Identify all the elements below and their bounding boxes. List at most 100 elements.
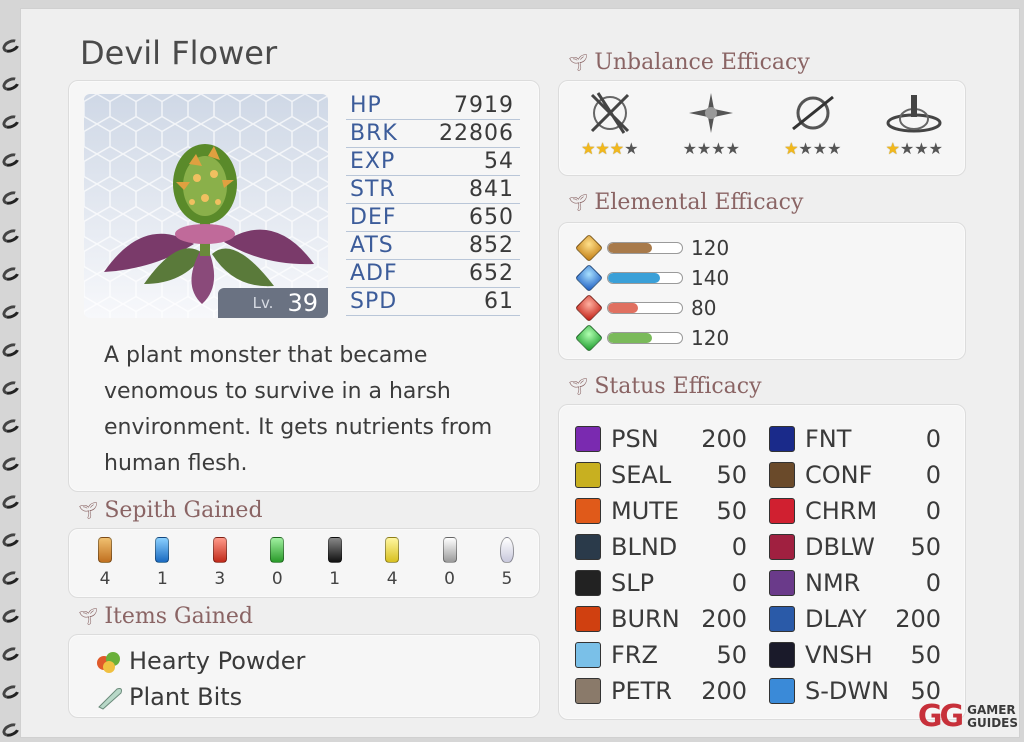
status-value: 0 [731,533,747,561]
status-row: FRZ 50 [575,637,747,673]
element-bar-fill [608,303,638,313]
status-row: CONF 0 [769,457,941,493]
sepith-count: 5 [501,569,513,589]
star-filled-icon: ★ [581,139,596,158]
status-name: CONF [805,461,873,489]
element-value: 140 [691,266,730,290]
status-row: NMR 0 [769,565,941,601]
level-badge: Lv. 39 [218,288,328,318]
rating-stars: ★★★★ [886,139,943,158]
status-value: 50 [716,461,747,489]
status-value: 0 [925,425,941,453]
star-empty-icon: ★ [928,139,943,158]
status-name: BLND [611,533,678,561]
status-row: SLP 0 [575,565,747,601]
status-value: 200 [701,605,747,633]
rating-stars: ★★★★ [784,139,841,158]
status-value: 200 [701,425,747,453]
strike-icon [886,95,942,133]
star-empty-icon: ★ [725,139,740,158]
spiral-ring [0,568,22,588]
thrust-icon [689,93,734,133]
status-row: CHRM 0 [769,493,941,529]
slash-icon [590,92,629,134]
sepith-entry: 1 [321,537,349,597]
star-filled-icon: ★ [609,139,625,158]
status-value: 50 [910,533,941,561]
status-name: SLP [611,569,655,597]
wind-element-icon [574,323,604,353]
sepith-entry: 4 [91,537,119,597]
swirl-icon: 🌱︎ [568,53,589,72]
element-row: 120 [574,323,965,353]
status-value: 0 [925,497,941,525]
status-row: BURN 200 [575,601,747,637]
mirage-sepith-icon [442,537,457,563]
status-row: DBLW 50 [769,529,941,565]
element-row: 140 [574,263,965,293]
star-filled-icon: ★ [595,139,610,158]
spiral-ring [0,150,22,170]
status-row: VNSH 50 [769,637,941,673]
sepith-count: 3 [214,569,226,589]
status-name: S-DWN [805,677,890,705]
items-panel: Hearty Powder Plant Bits [68,634,540,718]
stat-key: SPD [350,289,398,314]
deathblow-icon [769,534,795,560]
sepith-entry: 3 [206,537,234,597]
time-sepith-icon [327,537,342,563]
status-name: NMR [805,569,861,597]
spiral-ring [0,644,22,664]
star-empty-icon: ★ [812,139,828,158]
status-name: CHRM [805,497,878,525]
status-title: Status Efficacy [594,374,762,399]
vanish-icon [769,642,795,668]
unbalance-section-title: 🌱︎ Unbalance Efficacy [568,50,810,75]
blind-icon [575,534,601,560]
plant-bits-icon [95,683,125,711]
stat-key: STR [350,177,396,202]
gamer-guides-logo: GG GAMER GUIDES [918,699,1018,734]
unbalance-entry: ★★★★ [884,89,944,175]
star-empty-icon: ★ [827,139,842,158]
stat-row: BRK 22806 [346,120,520,148]
status-name: PSN [611,425,659,453]
star-empty-icon: ★ [711,139,726,158]
spiral-ring [0,340,22,360]
sepith-count: 0 [444,569,455,589]
sepith-entry: 0 [436,537,464,597]
elemental-panel: 120 140 80 120 [558,222,966,360]
logo-line: GAMER [967,702,1016,717]
unbalance-entry: ★★★★ [783,89,843,175]
sepith-panel: 4 1 3 0 1 4 0 5 [68,528,540,598]
monster-description: A plant monster that became venomous to … [104,343,493,476]
swirl-icon: 🌱︎ [78,501,99,520]
level-value: 39 [287,289,318,317]
spiral-ring [0,36,22,56]
items-section-title: 🌱︎ Items Gained [78,604,253,629]
sepith-count: 4 [99,569,111,589]
poison-icon [575,426,601,452]
element-bar [607,302,683,314]
delay-icon [769,606,795,632]
nightmare-icon [769,570,795,596]
star-empty-icon: ★ [914,139,929,158]
unbalance-panel: ★★★★ ★★★★ ★★★★ ★★★★ [558,80,966,176]
list-item: Plant Bits [95,679,539,715]
sepith-count: 1 [329,569,341,589]
stat-value: 841 [469,177,514,202]
monster-name: Devil Flower [80,34,278,72]
spiral-ring [0,606,22,626]
stat-row: ADF 652 [346,260,520,288]
wind-sepith-icon [270,537,285,563]
level-label: Lv. [252,294,274,312]
element-bar [607,272,683,284]
spiral-ring [0,112,22,132]
status-name: FNT [805,425,852,453]
stat-row: SPD 61 [346,288,520,316]
element-bar-fill [608,333,653,343]
stat-row: DEF 650 [346,204,520,232]
unbalance-entry: ★★★★ [580,89,640,175]
earth-sepith-icon [98,537,112,563]
status-value: 200 [895,605,941,633]
